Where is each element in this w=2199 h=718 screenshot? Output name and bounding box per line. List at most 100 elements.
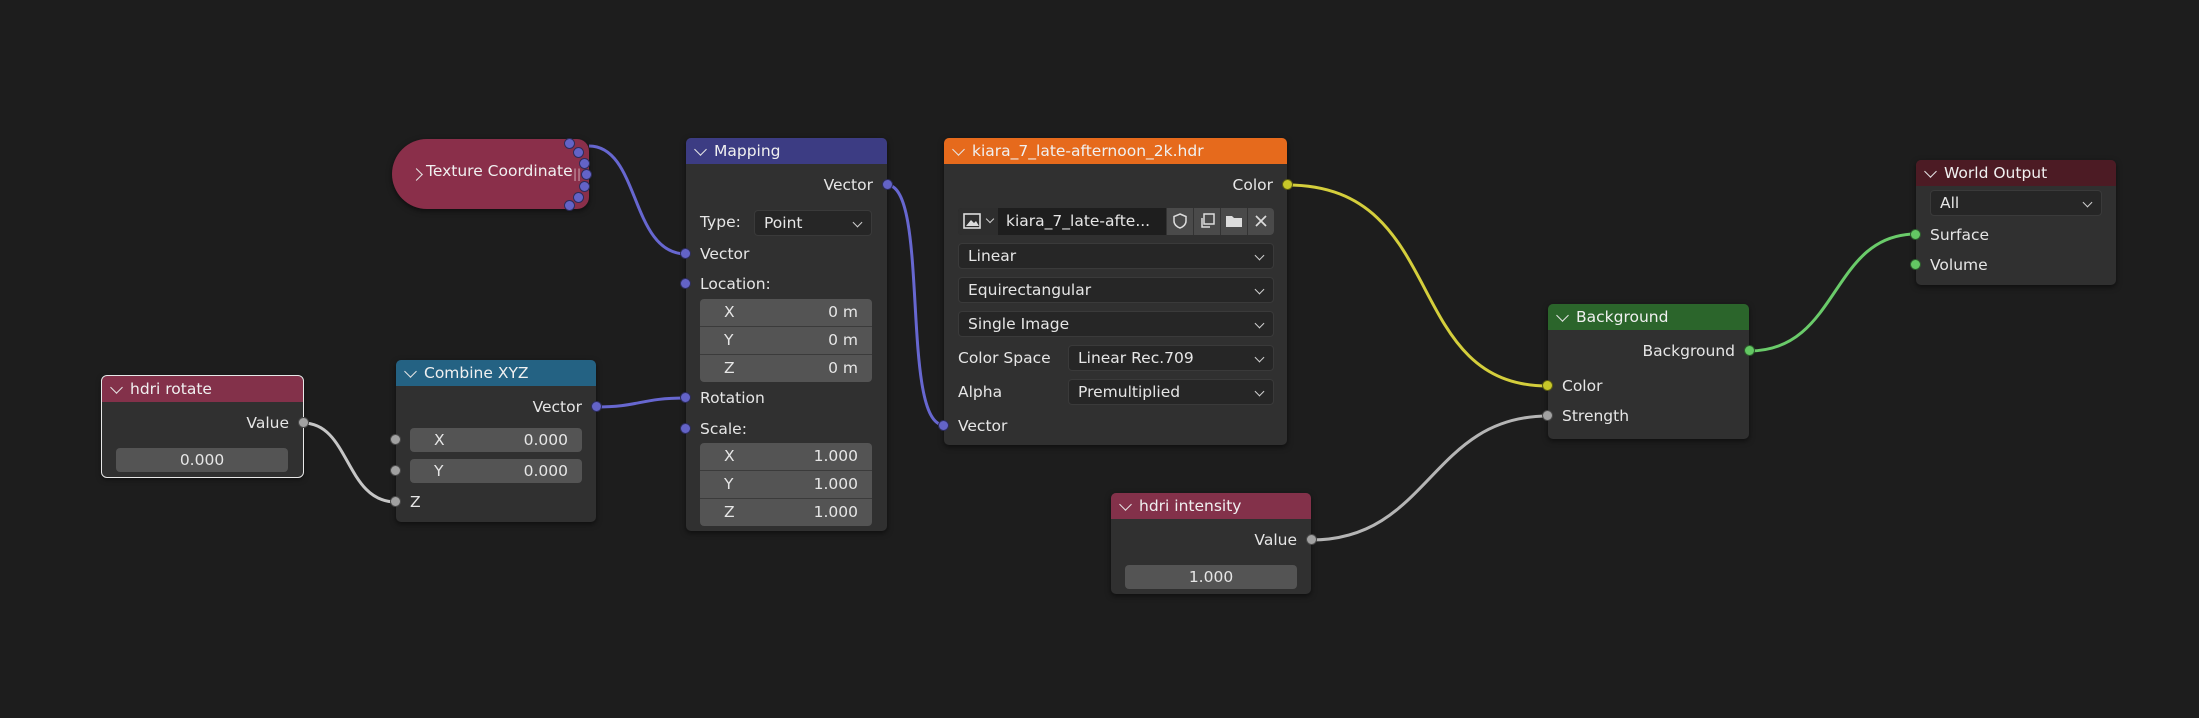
location-y-label: Y — [724, 331, 734, 349]
vector-input-label: Vector — [700, 245, 750, 263]
projection-dropdown[interactable]: Equirectangular — [958, 277, 1274, 303]
location-x-field[interactable]: X 0 m — [700, 299, 872, 327]
vector-output-socket[interactable] — [882, 179, 893, 190]
interpolation-value: Linear — [968, 247, 1017, 265]
source-dropdown[interactable]: Single Image — [958, 311, 1274, 337]
vector-output-socket[interactable] — [591, 401, 602, 412]
target-dropdown[interactable]: All — [1930, 190, 2102, 216]
chevron-down-icon — [985, 214, 995, 224]
strength-input-label: Strength — [1562, 407, 1630, 425]
collapse-chevron-icon[interactable] — [404, 364, 417, 378]
combine-xyz-node[interactable]: Combine XYZ Vector X 0.000 Y 0.000 Z — [390, 360, 602, 522]
scale-z-field[interactable]: Z 1.000 — [700, 499, 872, 526]
alpha-dropdown[interactable]: Premultiplied — [1068, 379, 1274, 405]
node-header[interactable]: hdri intensity — [1111, 493, 1311, 519]
y-input-socket[interactable] — [390, 465, 401, 476]
location-label: Location: — [700, 275, 771, 293]
environment-texture-node[interactable]: kiara_7_late-afternoon_2k.hdr Color kiar… — [938, 138, 1293, 445]
x-field[interactable]: X 0.000 — [410, 428, 582, 452]
location-z-field[interactable]: Z 0 m — [700, 355, 872, 382]
expand-chevron-icon[interactable] — [410, 168, 423, 181]
node-title: Mapping — [714, 142, 781, 160]
surface-input-label: Surface — [1930, 226, 1990, 244]
y-field-label: Y — [434, 462, 444, 480]
collapse-chevron-icon[interactable] — [952, 142, 965, 156]
mapping-type-value: Point — [764, 214, 803, 232]
node-header[interactable]: World Output — [1916, 160, 2116, 186]
background-node[interactable]: Background Background Color Strength — [1542, 304, 1755, 439]
node-header[interactable]: Background — [1548, 304, 1749, 330]
node-header[interactable]: hdri rotate — [102, 376, 303, 402]
mapping-type-dropdown[interactable]: Point — [754, 210, 872, 236]
node-title: hdri intensity — [1139, 497, 1242, 515]
generated-output-socket[interactable] — [564, 138, 575, 149]
background-output-socket[interactable] — [1744, 345, 1755, 356]
collapse-chevron-icon[interactable] — [1556, 308, 1569, 322]
z-input-label: Z — [410, 493, 421, 511]
fake-user-button[interactable] — [1166, 208, 1193, 235]
rotation-label: Rotation — [700, 389, 765, 407]
camera-output-socket[interactable] — [579, 181, 590, 192]
scale-x-label: X — [724, 447, 735, 465]
color-space-value: Linear Rec.709 — [1078, 349, 1194, 367]
value-output-label: Value — [1254, 531, 1297, 549]
node-title: hdri rotate — [130, 380, 212, 398]
window-output-socket[interactable] — [573, 192, 584, 203]
uv-output-socket[interactable] — [579, 158, 590, 169]
collapse-chevron-icon[interactable] — [1119, 497, 1132, 511]
color-input-label: Color — [1562, 377, 1603, 395]
alpha-value: Premultiplied — [1078, 383, 1181, 401]
node-title: Texture Coordinate — [426, 162, 573, 180]
world-output-node[interactable]: World Output All Surface Volume — [1910, 160, 2116, 285]
collapse-chevron-icon[interactable] — [694, 142, 707, 156]
image-name-field[interactable]: kiara_7_late-afte... — [998, 208, 1166, 235]
value-field[interactable]: 1.000 — [1125, 565, 1297, 589]
open-image-button[interactable] — [1220, 208, 1247, 235]
color-output-socket[interactable] — [1282, 179, 1293, 190]
value-output-socket[interactable] — [1306, 534, 1317, 545]
value-output-socket[interactable] — [298, 417, 309, 428]
source-value: Single Image — [968, 315, 1070, 333]
node-header[interactable]: kiara_7_late-afternoon_2k.hdr — [944, 138, 1287, 164]
collapse-chevron-icon[interactable] — [1924, 164, 1937, 178]
node-header[interactable]: Mapping — [686, 138, 887, 164]
chevron-down-icon — [1254, 352, 1265, 363]
color-space-dropdown[interactable]: Linear Rec.709 — [1068, 345, 1274, 371]
value-field-value: 1.000 — [1188, 568, 1234, 586]
location-x-label: X — [724, 303, 735, 321]
interpolation-dropdown[interactable]: Linear — [958, 243, 1274, 269]
link-intensity-to-background-strength — [1310, 414, 1549, 542]
scale-y-field[interactable]: Y 1.000 — [700, 471, 872, 499]
reflection-output-socket[interactable] — [564, 200, 575, 211]
link-hdri-rotate-to-combine-z — [302, 421, 397, 504]
x-input-socket[interactable] — [390, 434, 401, 445]
hdri-intensity-node[interactable]: hdri intensity Value 1.000 — [1111, 493, 1317, 594]
location-y-field[interactable]: Y 0 m — [700, 327, 872, 355]
scale-x-field[interactable]: X 1.000 — [700, 443, 872, 471]
color-space-label: Color Space — [958, 349, 1051, 367]
mapping-node[interactable]: Mapping Vector Type: Point Vector Locati… — [680, 138, 893, 531]
hdri-rotate-node[interactable]: hdri rotate Value 0.000 — [101, 375, 309, 478]
value-field[interactable]: 0.000 — [116, 448, 288, 472]
node-header[interactable]: Combine XYZ — [396, 360, 596, 386]
image-selector[interactable]: kiara_7_late-afte... — [958, 208, 1274, 235]
node-title: Background — [1576, 308, 1669, 326]
scale-fields[interactable]: X 1.000 Y 1.000 Z 1.000 — [700, 443, 872, 526]
duplicate-image-button[interactable] — [1193, 208, 1220, 235]
color-output-label: Color — [1232, 176, 1273, 194]
location-x-value: 0 m — [828, 303, 858, 321]
x-field-value: 0.000 — [523, 431, 568, 449]
collapse-chevron-icon[interactable] — [110, 380, 123, 394]
shield-icon — [1173, 213, 1187, 229]
collapsed-marker-icon: || — [573, 167, 582, 181]
x-field-label: X — [434, 431, 445, 449]
texture-coordinate-node[interactable]: Texture Coordinate || — [392, 138, 592, 211]
y-field[interactable]: Y 0.000 — [410, 459, 582, 483]
location-fields[interactable]: X 0 m Y 0 m Z 0 m — [700, 299, 872, 382]
scale-y-label: Y — [724, 475, 734, 493]
value-output-label: Value — [246, 414, 289, 432]
normal-output-socket[interactable] — [573, 147, 584, 158]
unlink-image-button[interactable] — [1247, 208, 1274, 235]
object-output-socket[interactable] — [581, 169, 592, 180]
image-browse-button[interactable] — [958, 208, 998, 235]
